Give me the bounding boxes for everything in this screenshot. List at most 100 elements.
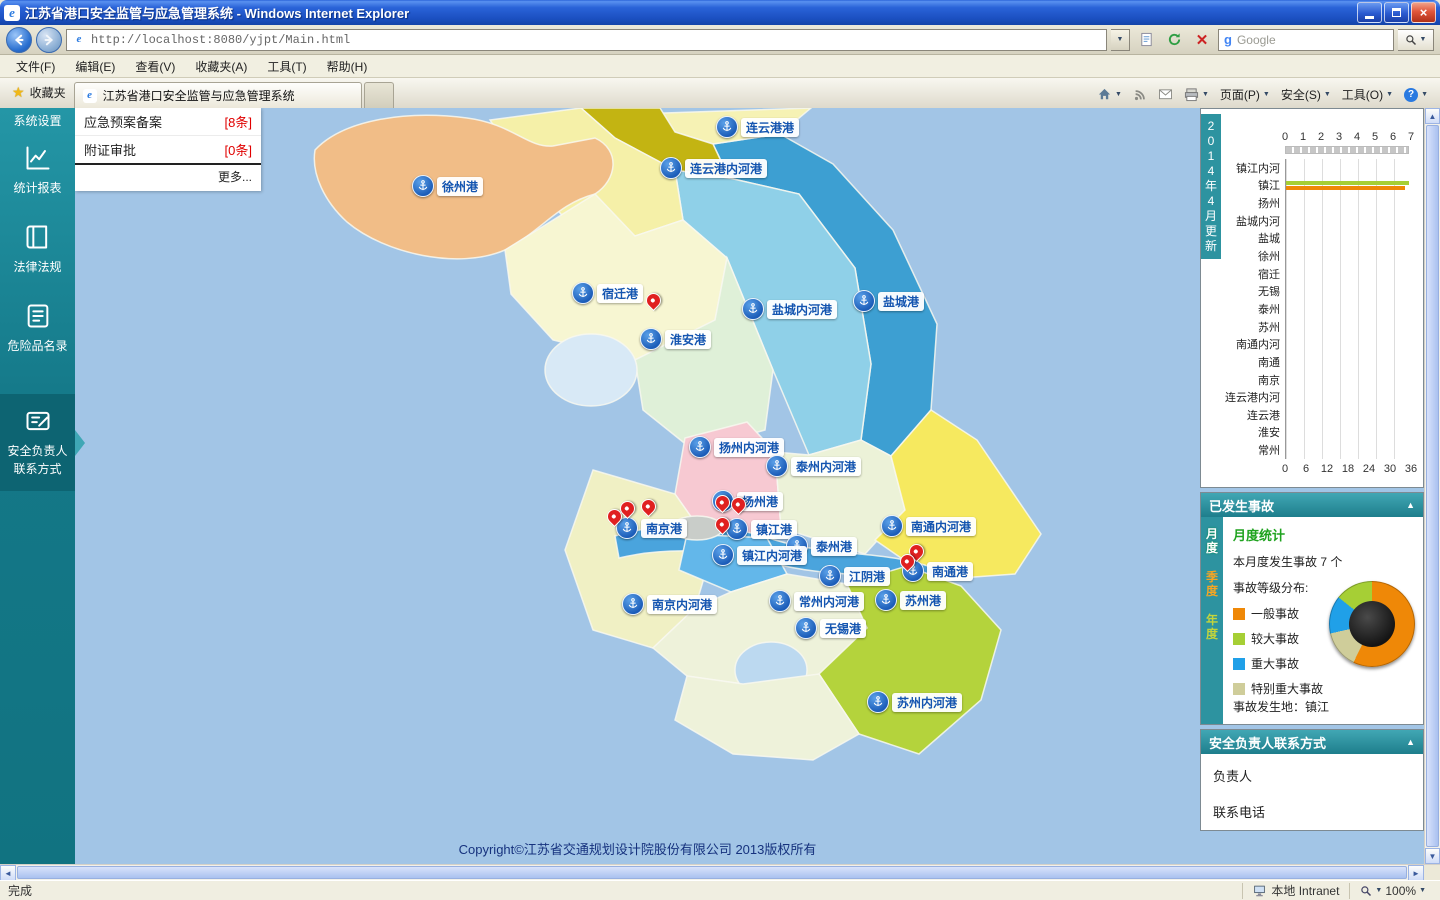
chart-rows: 镇江内河 镇江 扬州 盐城内河 盐城 徐州 宿迁 无锡 泰州 苏州 南通内河 南通 南京 连云港内河 连云港… [1207, 159, 1409, 459]
port-marker[interactable]: 南京港 [616, 517, 688, 539]
port-marker[interactable]: 盐城内河港 [742, 298, 838, 320]
port-marker[interactable]: 连云港内河港 [660, 157, 768, 179]
anchor-icon [881, 515, 903, 537]
chart-row: 盐城内河 [1207, 211, 1409, 230]
port-marker[interactable]: 江阴港 [819, 565, 891, 587]
tick-label: 0 [1281, 131, 1289, 143]
home-button[interactable]: ▼ [1097, 87, 1122, 102]
sidebar-item-safety-contacts[interactable]: 安全负责人联系方式 [0, 394, 85, 491]
donut-chart [1329, 581, 1415, 667]
chart-grid-cell [1285, 247, 1409, 265]
port-marker[interactable]: 南通内河港 [881, 515, 977, 537]
tools-menu-button[interactable]: 工具(O) ▼ [1342, 86, 1393, 103]
scroll-left-button[interactable]: ◄ [0, 865, 16, 881]
port-marker[interactable]: 无锡港 [795, 617, 867, 639]
horizontal-scrollbar[interactable]: ◄ ► [0, 864, 1440, 881]
address-bar: e http://localhost:8080/yjpt/Main.html ▼… [0, 25, 1440, 55]
forward-button[interactable] [36, 26, 62, 53]
vertical-scroll-thumb[interactable] [1426, 125, 1439, 847]
safety-menu-button[interactable]: 安全(S) ▼ [1281, 86, 1331, 103]
emergency-plan-row[interactable]: 应急预案备案 [8条] [75, 108, 261, 136]
collapse-icon[interactable]: ▲ [1406, 500, 1415, 510]
back-icon [14, 34, 24, 45]
url-dropdown-button[interactable]: ▼ [1111, 28, 1130, 51]
port-label: 连云港内河港 [685, 158, 768, 178]
port-marker[interactable]: 南京内河港 [622, 593, 718, 615]
port-marker[interactable]: 泰州内河港 [766, 455, 862, 477]
contacts-panel-header[interactable]: 安全负责人联系方式 ▲ [1201, 730, 1423, 754]
magnifier-icon [1405, 34, 1416, 45]
port-marker[interactable]: 淮安港 [640, 328, 712, 350]
menu-item[interactable]: 收藏夹(A) [185, 55, 257, 78]
collapse-icon[interactable]: ▲ [1406, 737, 1415, 747]
menu-item[interactable]: 帮助(H) [317, 55, 378, 78]
chart-grid-cell [1285, 176, 1409, 195]
help-button[interactable]: ? ▼ [1404, 87, 1428, 102]
scroll-right-button[interactable]: ► [1408, 865, 1424, 881]
print-button[interactable]: ▼ [1184, 87, 1209, 102]
certificate-approval-label: 附证审批 [84, 143, 137, 158]
chart-axis-strip [1285, 146, 1409, 154]
back-button[interactable] [6, 26, 32, 53]
legend-swatch [1233, 682, 1245, 695]
port-label: 盐城港 [878, 291, 925, 311]
favorites-button[interactable]: ★ 收藏夹 [4, 79, 74, 108]
window-titlebar: e 江苏省港口安全监管与应急管理系统 - Windows Internet Ex… [0, 0, 1440, 25]
port-marker[interactable]: 苏州港 [875, 589, 947, 611]
horizontal-scroll-thumb[interactable] [17, 866, 1407, 879]
menu-item[interactable]: 编辑(E) [65, 55, 125, 78]
port-marker[interactable]: 连云港港 [716, 116, 800, 138]
tick-label: 18 [1341, 463, 1355, 475]
port-marker[interactable]: 镇江内河港 [712, 544, 808, 566]
zoom-control[interactable]: ▼ 100% ▼ [1349, 882, 1436, 899]
sidebar-item-dangerous-goods[interactable]: 危险品名录 [0, 289, 75, 368]
port-marker[interactable]: 宿迁港 [572, 282, 644, 304]
mail-button[interactable] [1158, 88, 1173, 101]
more-link[interactable]: 更多... [75, 165, 261, 191]
scroll-down-button[interactable]: ▼ [1425, 848, 1440, 864]
chart-row: 镇江 [1207, 176, 1409, 195]
book-icon [26, 225, 47, 249]
menu-item[interactable]: 工具(T) [257, 55, 316, 78]
legend-row: 重大事故 [1233, 655, 1337, 672]
stop-button[interactable]: ✕ [1190, 29, 1214, 51]
anchor-icon [640, 328, 662, 350]
anchor-icon [716, 116, 738, 138]
chart-bar [1286, 185, 1406, 190]
port-marker[interactable]: 徐州港 [412, 175, 484, 197]
accidents-panel-header[interactable]: 已发生事故 ▲ [1201, 493, 1423, 517]
port-label: 扬州内河港 [714, 437, 785, 457]
url-field[interactable]: e http://localhost:8080/yjpt/Main.html [66, 28, 1107, 51]
sidebar-item-system-settings[interactable]: 系统设置 [0, 108, 75, 131]
period-tab[interactable]: 年度 [1206, 613, 1218, 641]
vertical-scrollbar[interactable]: ▲ ▼ [1424, 108, 1440, 864]
minimize-button[interactable] [1357, 2, 1382, 23]
menu-item[interactable]: 查看(V) [125, 55, 185, 78]
port-marker[interactable]: 常州内河港 [769, 590, 865, 612]
compatibility-button[interactable] [1134, 29, 1158, 51]
scroll-up-button[interactable]: ▲ [1425, 108, 1440, 124]
zoom-level: 100% [1385, 883, 1417, 898]
restore-button[interactable] [1384, 2, 1409, 23]
tab-active[interactable]: e 江苏省港口安全监管与应急管理系统 [73, 82, 362, 108]
emergency-plan-count: [8条] [224, 115, 252, 130]
refresh-button[interactable] [1162, 29, 1186, 51]
map-area[interactable]: 应急预案备案 [8条] 附证审批 [0条] 更多... 连云港港连云港内河港徐州… [75, 108, 1424, 864]
menu-item[interactable]: 文件(F) [6, 55, 65, 78]
close-button[interactable]: × [1411, 2, 1436, 23]
certificate-approval-row[interactable]: 附证审批 [0条] [75, 136, 261, 165]
sidebar-item-laws[interactable]: 法律法规 [0, 210, 75, 289]
period-tab[interactable]: 月度 [1206, 527, 1218, 555]
new-tab-stub[interactable] [363, 82, 394, 108]
search-input[interactable]: g Google [1218, 28, 1394, 51]
port-marker[interactable]: 盐城港 [853, 290, 925, 312]
anchor-icon [875, 589, 897, 611]
port-marker[interactable]: 苏州内河港 [867, 691, 963, 713]
page-menu-button[interactable]: 页面(P) ▼ [1220, 86, 1270, 103]
sidebar-item-statistics[interactable]: 统计报表 [0, 131, 75, 210]
chart-row: 南通 [1207, 353, 1409, 371]
sidebar-item-label: 安全负责人联系方式 [7, 444, 68, 476]
period-tab[interactable]: 季度 [1206, 570, 1218, 598]
feeds-button[interactable] [1133, 88, 1147, 102]
search-button[interactable]: ▼ [1398, 28, 1434, 51]
